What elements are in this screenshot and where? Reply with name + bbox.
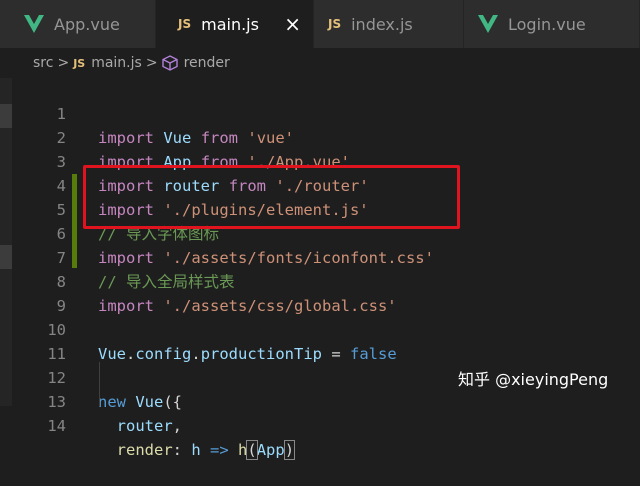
breadcrumb: src > JS main.js > render xyxy=(0,48,640,78)
code-editor[interactable]: 1 import Vue from 'vue' 2 import App fro… xyxy=(12,78,640,460)
property: router xyxy=(116,417,173,435)
code-line[interactable]: 2 import App from './App.vue' xyxy=(12,102,640,171)
js-icon: JS xyxy=(73,56,86,70)
tab-label: main.js xyxy=(201,14,259,34)
vue-icon xyxy=(478,15,498,33)
tab-bar: App.vue JS main.js × JS index.js Login.v… xyxy=(0,0,640,48)
tab-main-js[interactable]: JS main.js × xyxy=(156,0,314,48)
chevron-right-icon: > xyxy=(145,55,158,71)
js-icon: JS xyxy=(328,17,342,31)
tab-label: App.vue xyxy=(54,14,120,34)
punctuation: ( xyxy=(246,440,258,460)
breadcrumb-symbol[interactable]: render xyxy=(184,55,230,71)
js-icon: JS xyxy=(178,17,192,31)
tab-login-vue[interactable]: Login.vue xyxy=(464,0,640,48)
code-line[interactable]: 1 import Vue from 'vue' xyxy=(12,78,640,147)
punctuation: , xyxy=(172,417,183,435)
tab-index-js[interactable]: JS index.js xyxy=(314,0,464,48)
breadcrumb-folder[interactable]: src xyxy=(33,55,53,71)
close-icon[interactable]: × xyxy=(284,12,301,36)
side-panel-edge xyxy=(0,78,12,406)
code-line[interactable]: 3 import router from './router' xyxy=(12,126,640,195)
code-line[interactable]: 8 import './assets/css/global.css' xyxy=(12,246,640,315)
code-line[interactable]: 9 xyxy=(12,270,640,315)
line-number: 14 xyxy=(47,417,66,435)
panel-highlight xyxy=(0,104,12,128)
vue-icon xyxy=(24,15,44,33)
watermark: 知乎 @xieyingPeng xyxy=(458,370,609,389)
tab-label: Login.vue xyxy=(508,14,586,34)
parameter: h xyxy=(191,441,201,459)
code-line[interactable]: 14 render: h => h(App) xyxy=(12,390,640,460)
panel-highlight xyxy=(0,245,12,269)
chevron-right-icon: > xyxy=(57,55,70,71)
highlight-annotation-box xyxy=(83,165,460,229)
code-line[interactable]: 12 new Vue({ xyxy=(12,342,640,411)
tab-label: index.js xyxy=(351,14,413,34)
method: render xyxy=(116,441,173,459)
arrow-operator: => xyxy=(200,441,239,459)
punctuation: ) xyxy=(283,440,296,460)
code-line[interactable]: 10 Vue.config.productionTip = false xyxy=(12,294,640,363)
code-line[interactable]: 11 xyxy=(12,318,640,363)
method-cube-icon xyxy=(161,55,178,71)
indent-guide xyxy=(99,362,100,406)
identifier: App xyxy=(256,441,285,459)
tab-app-vue[interactable]: App.vue xyxy=(0,0,156,48)
function-call: h xyxy=(238,441,248,459)
breadcrumb-file[interactable]: main.js xyxy=(91,55,142,71)
punctuation: : xyxy=(172,441,192,459)
